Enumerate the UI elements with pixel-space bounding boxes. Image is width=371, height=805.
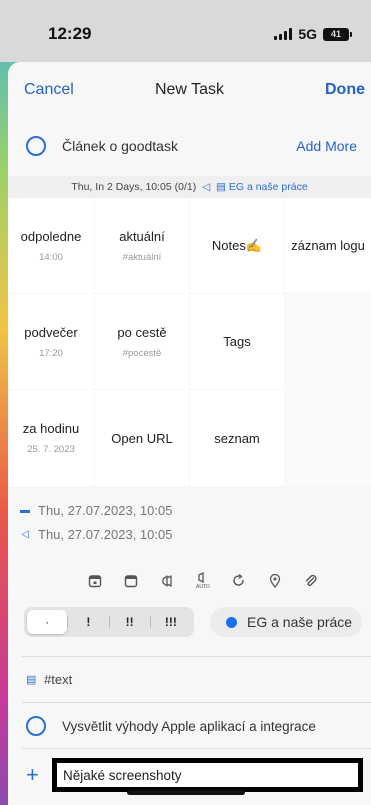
- status-bar: 12:29 5G 41: [0, 0, 371, 62]
- action-label: podvečer: [24, 324, 78, 340]
- status-time: 12:29: [48, 24, 92, 43]
- action-podvecer[interactable]: podvečer 17:20: [8, 294, 94, 389]
- battery-icon: 41: [323, 27, 352, 41]
- priority-medium[interactable]: !!: [110, 610, 150, 634]
- date-summary-text: Thu, In 2 Days, 10:05 (0/1): [71, 181, 197, 193]
- action-odpoledne[interactable]: odpoledne 14:00: [8, 198, 94, 293]
- action-label: odpoledne: [20, 228, 82, 244]
- subtask-title[interactable]: Vysvětlit výhody Apple aplikací a integr…: [62, 719, 316, 734]
- signal-icon: [274, 28, 293, 40]
- alert-date: Thu, 27.07.2023, 10:05: [38, 526, 173, 542]
- priority-segmented-control: · ! !! !!!: [24, 607, 194, 637]
- action-zaznam-logu[interactable]: záznam logu: [285, 198, 371, 293]
- action-sublabel: #aktuální: [122, 251, 162, 263]
- action-aktualni[interactable]: aktuální #aktuální: [95, 198, 189, 293]
- priority-low[interactable]: !: [68, 610, 108, 634]
- tags-row[interactable]: ▤ #text: [26, 672, 72, 687]
- date-summary-list: EG a naše práce: [228, 181, 308, 193]
- action-label: záznam logu: [291, 238, 365, 253]
- new-task-sheet: Cancel New Task Done Článek o goodtask A…: [8, 62, 371, 805]
- action-label: Open URL: [111, 430, 173, 446]
- task-title[interactable]: Článek o goodtask: [62, 138, 178, 154]
- due-date: Thu, 27.07.2023, 10:05: [38, 502, 173, 518]
- action-label: aktuální: [119, 228, 165, 244]
- location-icon[interactable]: [264, 570, 286, 592]
- home-indicator[interactable]: [127, 790, 245, 795]
- list-color-dot: [226, 616, 237, 628]
- new-subtask-input[interactable]: [52, 758, 363, 792]
- list-icon: ▤: [216, 181, 226, 193]
- action-tags[interactable]: Tags: [190, 294, 284, 389]
- action-label: po cestě: [117, 324, 167, 340]
- action-sublabel: #pocestě: [122, 347, 162, 359]
- action-za-hodinu[interactable]: za hodinu 25. 7. 2023: [8, 390, 94, 486]
- add-more-button[interactable]: Add More: [296, 138, 357, 154]
- action-label: Tags: [223, 334, 251, 349]
- alert-icon[interactable]: [156, 570, 178, 592]
- action-sublabel: 25. 7. 2023: [27, 444, 75, 455]
- calendar-icon[interactable]: [120, 570, 142, 592]
- subtask-checkbox[interactable]: [26, 716, 46, 736]
- nav-bar: Cancel New Task Done: [8, 62, 371, 116]
- list-selector[interactable]: EG a naše práce: [210, 607, 362, 637]
- priority-none[interactable]: ·: [27, 610, 68, 634]
- calendar-start-icon[interactable]: [84, 570, 106, 592]
- network-label: 5G: [298, 26, 317, 42]
- action-sublabel: 14:00: [39, 251, 63, 263]
- dates-section: ▬ Thu, 27.07.2023, 10:05 ◁ Thu, 27.07.20…: [20, 498, 172, 546]
- date-summary[interactable]: Thu, In 2 Days, 10:05 (0/1) ◁ ▤ EG a naš…: [8, 176, 371, 198]
- action-label: za hodinu: [22, 421, 80, 436]
- due-date-row[interactable]: ▬ Thu, 27.07.2023, 10:05: [20, 498, 172, 522]
- task-toolbar: AUTO: [84, 570, 322, 592]
- plus-icon[interactable]: +: [26, 762, 39, 788]
- auto-alert-icon[interactable]: AUTO: [192, 570, 214, 592]
- attachment-icon[interactable]: [300, 570, 322, 592]
- task-complete-checkbox[interactable]: [26, 136, 46, 156]
- done-button[interactable]: Done: [325, 81, 365, 99]
- alert-icon: ◁: [199, 181, 214, 193]
- calendar-icon: ▬: [20, 504, 30, 516]
- repeat-icon[interactable]: [228, 570, 250, 592]
- page-title: New Task: [154, 81, 225, 98]
- action-empty: [285, 294, 371, 486]
- svg-text:AUTO: AUTO: [196, 584, 210, 590]
- action-label: Notes✍️: [211, 237, 263, 253]
- action-open-url[interactable]: Open URL: [95, 390, 189, 486]
- action-notes[interactable]: Notes✍️: [190, 198, 284, 293]
- divider: [22, 656, 371, 657]
- action-label: seznam: [214, 430, 260, 446]
- alert-date-row[interactable]: ◁ Thu, 27.07.2023, 10:05: [20, 522, 172, 546]
- action-seznam[interactable]: seznam: [190, 390, 284, 486]
- priority-high[interactable]: !!!: [151, 610, 191, 634]
- note-icon: ▤: [26, 674, 37, 686]
- divider: [22, 702, 371, 703]
- status-indicators: 5G 41: [274, 26, 352, 42]
- action-sublabel: 17:20: [39, 347, 63, 359]
- action-grid: odpoledne 14:00 aktuální #aktuální Notes…: [8, 198, 371, 486]
- tag-text: #text: [44, 672, 73, 687]
- divider: [22, 748, 371, 749]
- task-row: Článek o goodtask Add More: [8, 128, 371, 162]
- alert-icon: ◁: [21, 528, 29, 540]
- list-name: EG a naše práce: [247, 614, 353, 630]
- action-po-ceste[interactable]: po cestě #pocestě: [95, 294, 189, 389]
